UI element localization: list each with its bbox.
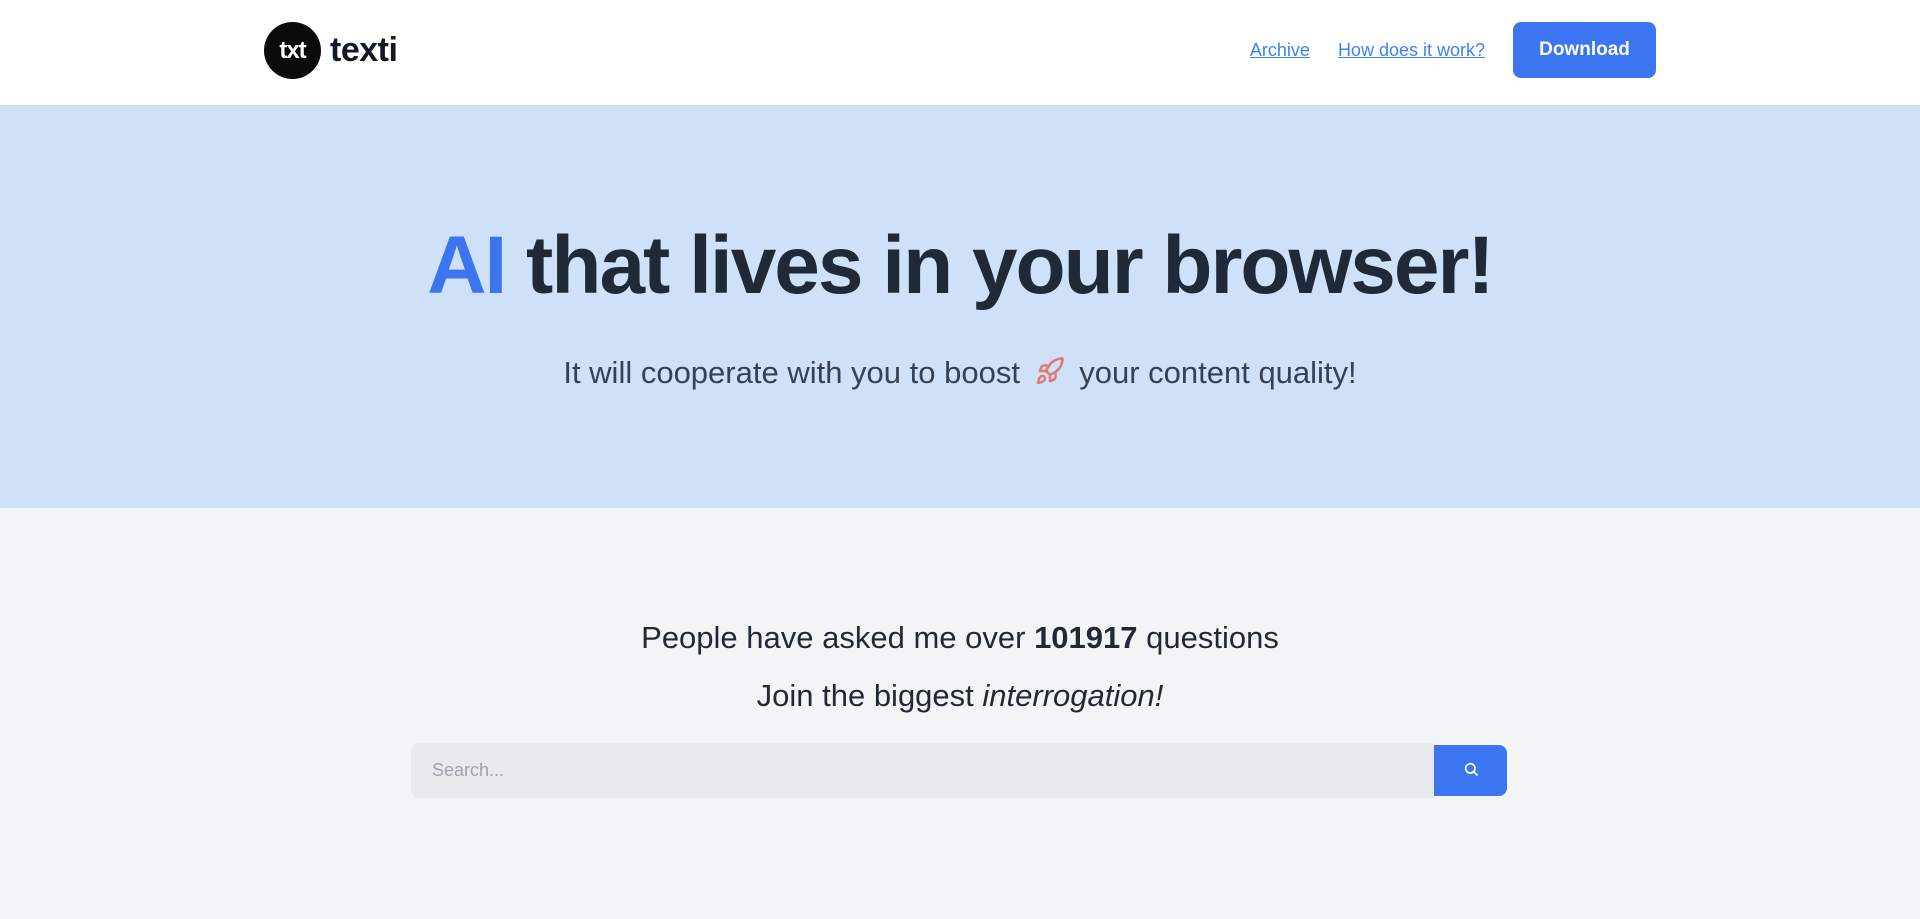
stats-suffix: questions	[1146, 620, 1279, 655]
nav-menu: Archive How does it work? Download	[1250, 22, 1656, 78]
logo-icon: txt	[264, 22, 321, 79]
search-icon	[1463, 761, 1479, 780]
hero-title-rest: that lives in your browser!	[526, 220, 1495, 311]
top-navbar: txt texti Archive How does it work? Down…	[0, 0, 1920, 105]
hero-title: AI that lives in your browser!	[0, 225, 1920, 307]
question-count: 101917	[1034, 620, 1138, 655]
join-emphasis: interrogation!	[982, 678, 1164, 713]
hero-subtitle-after: your content quality!	[1079, 355, 1357, 390]
question-count-text: People have asked me over 101917 questio…	[0, 620, 1920, 656]
download-button[interactable]: Download	[1513, 22, 1656, 78]
search-input[interactable]	[411, 743, 1434, 798]
hero-section: AI that lives in your browser! It will c…	[0, 105, 1920, 508]
hero-subtitle-before: It will cooperate with you to boost	[563, 355, 1020, 390]
nav-link-how-it-works[interactable]: How does it work?	[1338, 40, 1485, 61]
join-text: Join the biggest interrogation!	[0, 678, 1920, 714]
hero-subtitle: It will cooperate with you to boost your…	[0, 355, 1920, 394]
hero-title-accent: AI	[427, 220, 507, 311]
join-prefix: Join the biggest	[756, 678, 974, 713]
search-bar	[411, 743, 1507, 798]
search-button[interactable]	[1434, 745, 1507, 796]
stats-prefix: People have asked me over	[641, 620, 1026, 655]
brand-logo[interactable]: txt texti	[264, 22, 398, 79]
rocket-icon	[1035, 356, 1065, 394]
brand-name: texti	[330, 31, 398, 69]
nav-link-archive[interactable]: Archive	[1250, 40, 1310, 61]
